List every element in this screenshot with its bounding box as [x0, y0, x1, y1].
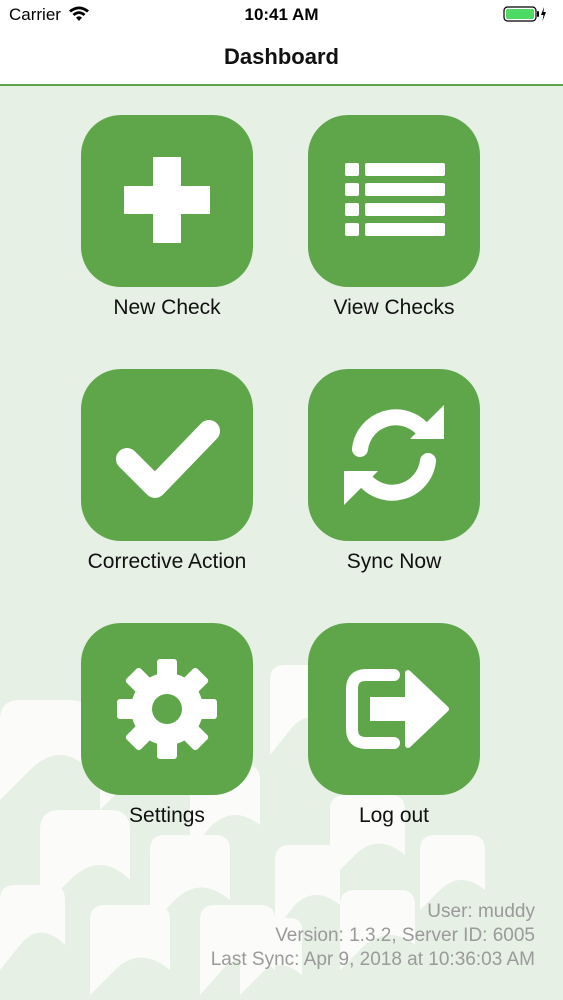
corrective-action-button[interactable]: Corrective Action — [52, 369, 282, 574]
log-out-label: Log out — [358, 804, 430, 827]
corrective-action-label: Corrective Action — [87, 550, 247, 573]
settings-button[interactable]: Settings — [52, 623, 282, 828]
log-out-button[interactable]: Log out — [279, 623, 509, 828]
sync-now-button[interactable]: Sync Now — [279, 369, 509, 574]
list-icon — [345, 163, 445, 236]
view-checks-button[interactable]: View Checks — [279, 115, 509, 320]
sync-icon — [344, 405, 444, 505]
clock: 10:41 AM — [244, 5, 319, 24]
battery-charging-icon — [503, 6, 547, 27]
new-check-button[interactable]: New Check — [52, 115, 282, 320]
logout-icon — [346, 669, 449, 749]
last-sync-label: Last Sync: Apr 9, 2018 at 10:36:03 AM — [210, 949, 535, 970]
log-out-tile[interactable] — [308, 623, 480, 795]
session-info: User: muddy Version: 1.3.2, Server ID: 6… — [211, 900, 535, 972]
settings-label: Settings — [129, 804, 205, 827]
view-checks-label: View Checks — [333, 296, 455, 319]
plus-icon — [124, 157, 210, 243]
page-title: Dashboard — [224, 44, 339, 69]
new-check-label: New Check — [113, 296, 221, 319]
gear-icon — [117, 659, 217, 759]
view-checks-tile[interactable] — [308, 115, 480, 287]
sync-now-label: Sync Now — [346, 550, 442, 573]
new-check-tile[interactable] — [81, 115, 253, 287]
corrective-action-tile[interactable] — [81, 369, 253, 541]
settings-tile[interactable] — [81, 623, 253, 795]
status-bar: Carrier 10:41 AM — [0, 0, 563, 30]
version-label: Version: 1.3.2, Server ID: 6005 — [275, 925, 535, 946]
user-label: User: muddy — [427, 901, 535, 922]
checkmark-icon — [116, 420, 220, 498]
sync-now-tile[interactable] — [308, 369, 480, 541]
navigation-bar: Dashboard — [0, 30, 563, 86]
